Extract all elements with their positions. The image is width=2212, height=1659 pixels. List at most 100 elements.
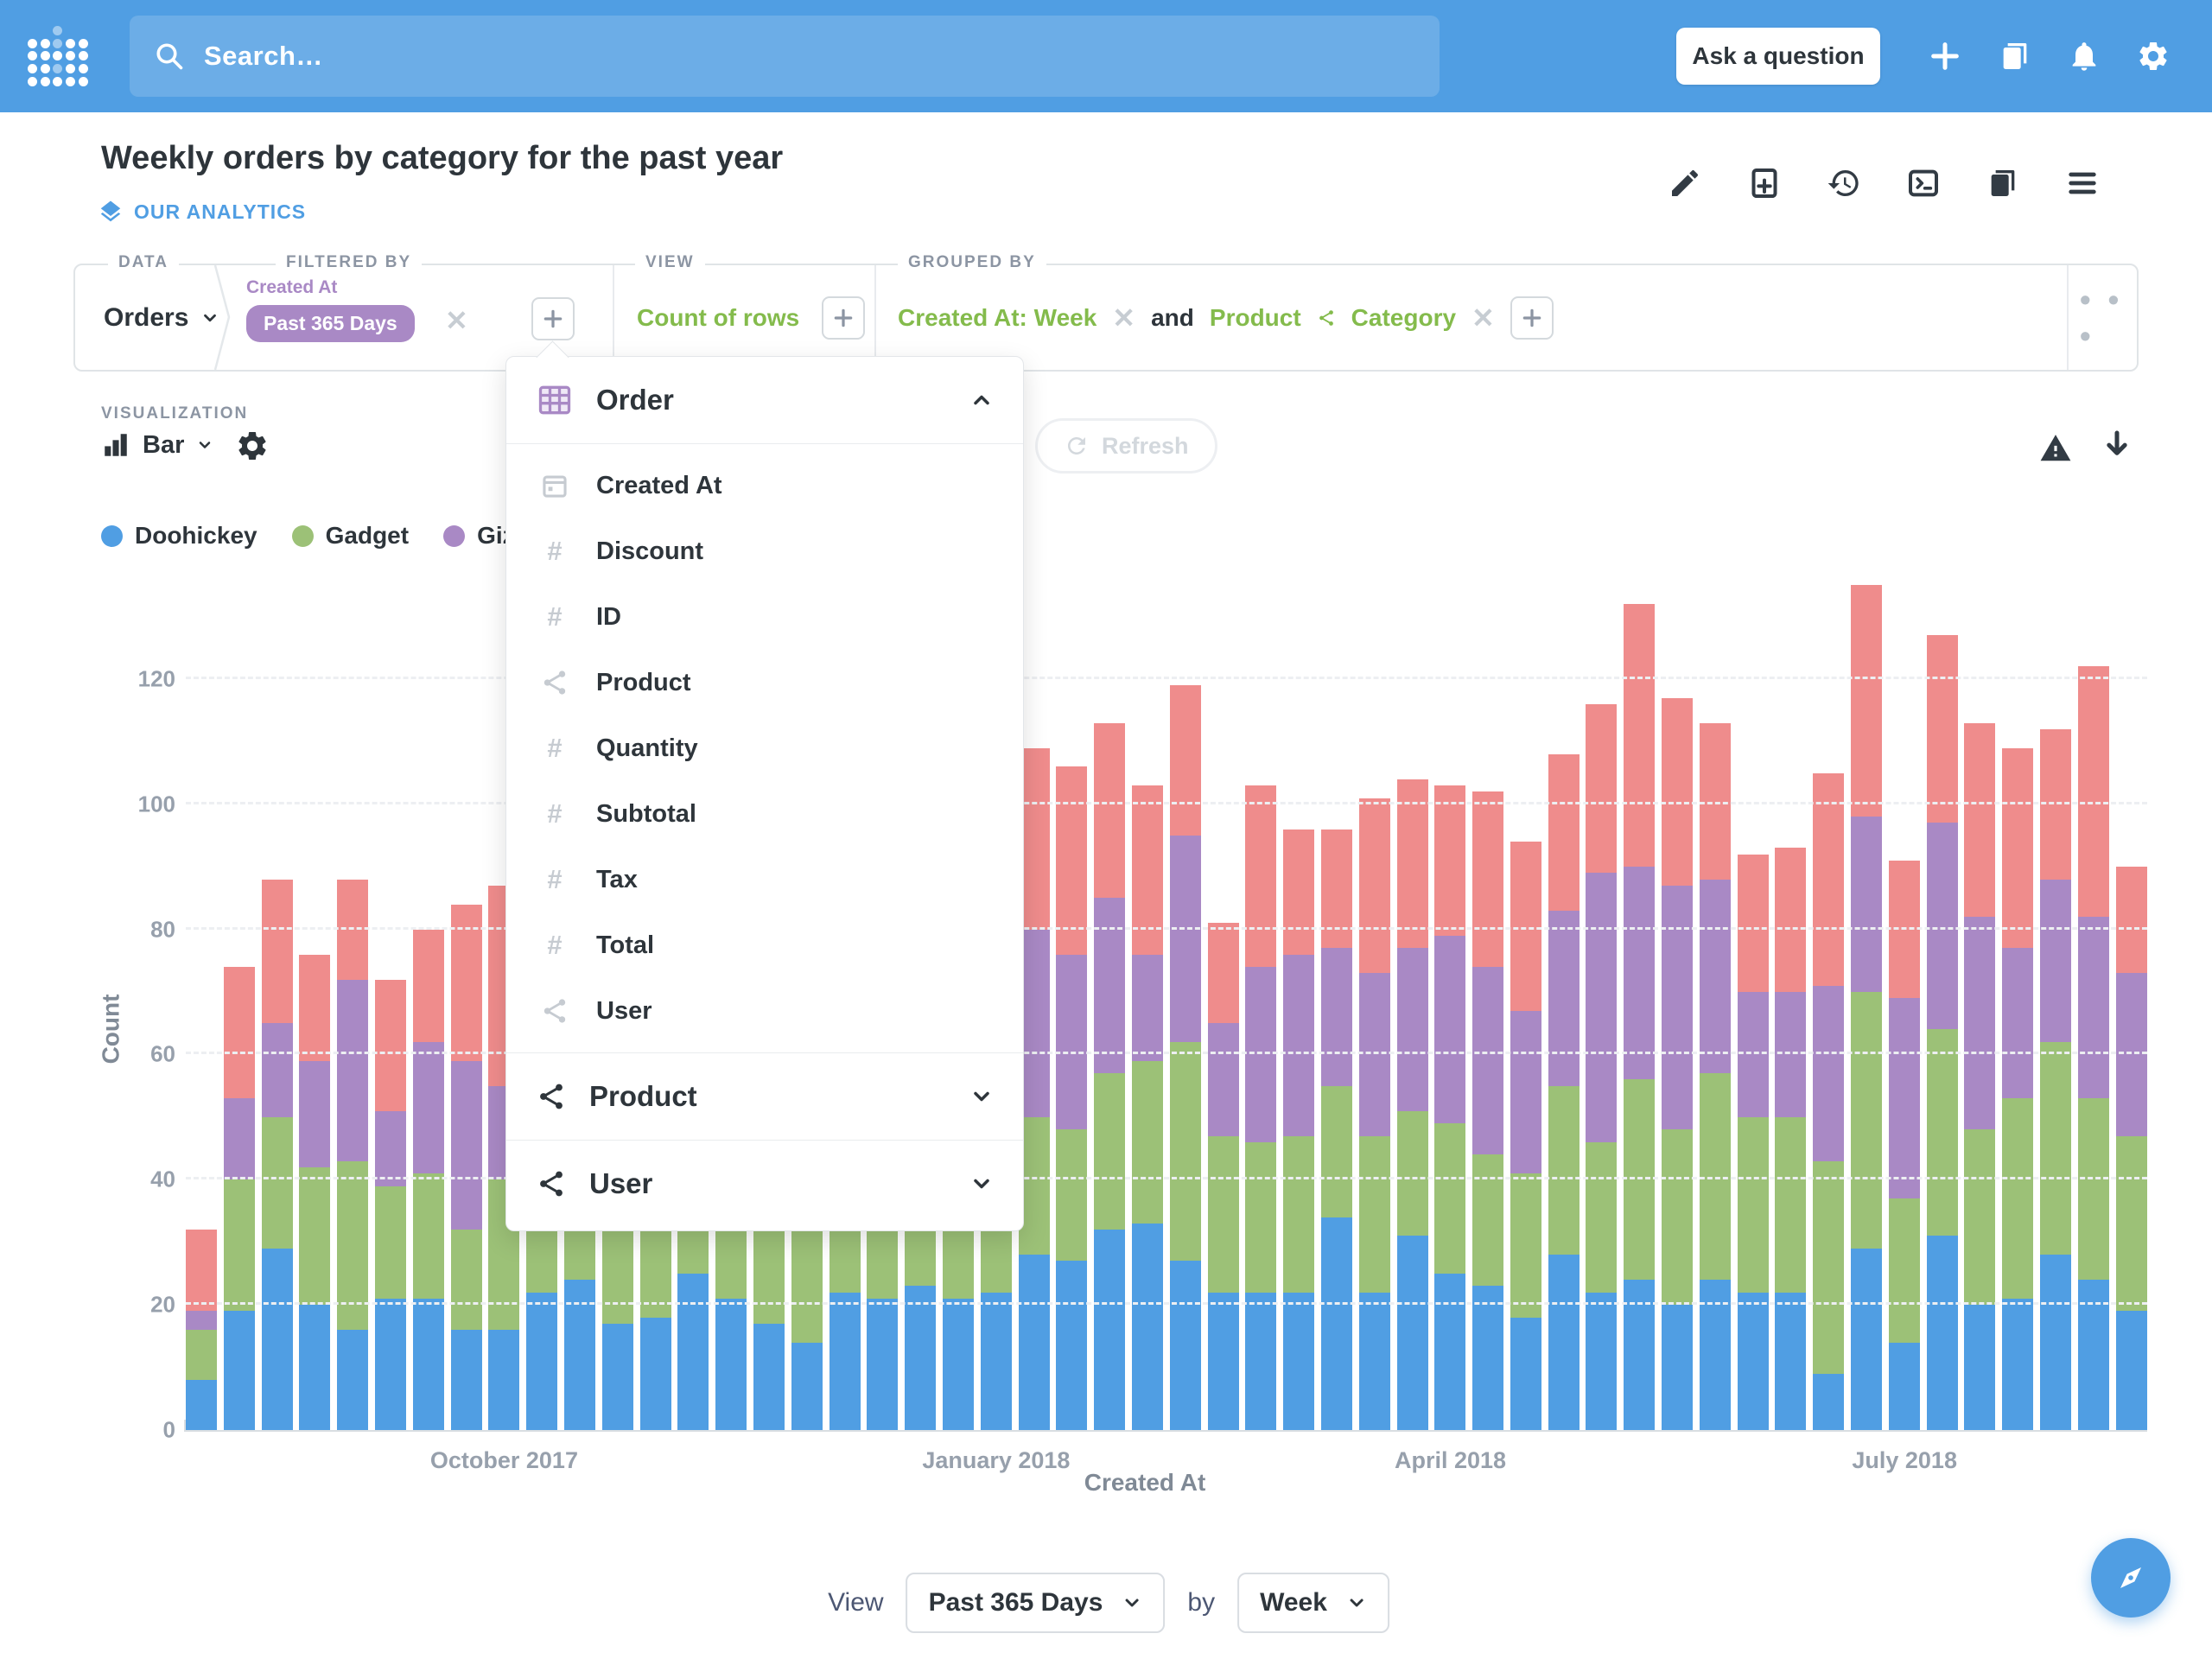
bar-segment-gizmo[interactable]	[1851, 817, 1883, 993]
related-table-user[interactable]: User	[506, 1141, 1023, 1227]
bar-segment-doohickey[interactable]	[1813, 1373, 1845, 1430]
bar-segment-doohickey[interactable]	[1320, 1217, 1352, 1430]
bar-segment-doohickey[interactable]	[1434, 1273, 1466, 1430]
breakout-table[interactable]: Product	[1210, 304, 1301, 332]
bar-segment-gizmo[interactable]	[1586, 873, 1618, 1142]
bar-segment-widget[interactable]	[1851, 585, 1883, 817]
bar-segment-widget[interactable]	[1964, 722, 1996, 918]
bar-segment-gadget[interactable]	[2077, 1098, 2109, 1281]
new-plus-icon[interactable]	[1928, 39, 1962, 73]
bar-segment-gadget[interactable]	[2115, 1135, 2147, 1312]
bar-segment-gizmo[interactable]	[1510, 1010, 1541, 1174]
bar-segment-doohickey[interactable]	[1018, 1255, 1050, 1430]
bar-segment-gadget[interactable]	[450, 1230, 482, 1331]
bar-segment-gizmo[interactable]	[186, 1311, 217, 1331]
bar-segment-gadget[interactable]	[1851, 992, 1883, 1249]
bar-segment-gizmo[interactable]	[412, 1041, 444, 1174]
bar-segment-gadget[interactable]	[1888, 1198, 1920, 1343]
bar-segment-doohickey[interactable]	[1472, 1286, 1504, 1430]
bar-segment-gizmo[interactable]	[1056, 954, 1088, 1130]
bar-segment-widget[interactable]	[1169, 685, 1201, 836]
warning-icon[interactable]	[2039, 432, 2072, 465]
ask-a-question-button[interactable]: Ask a question	[1676, 28, 1880, 85]
bar-segment-gadget[interactable]	[1926, 1029, 1958, 1236]
bar-segment-gadget[interactable]	[1964, 1129, 1996, 1306]
field-item-tax[interactable]: # Tax	[506, 847, 1023, 912]
bar-segment-gizmo[interactable]	[337, 979, 369, 1161]
bar-segment-doohickey[interactable]	[753, 1323, 785, 1430]
field-item-created-at[interactable]: Created At	[506, 453, 1023, 518]
bar-segment-gadget[interactable]	[374, 1185, 406, 1299]
bar-segment-widget[interactable]	[337, 879, 369, 980]
bar-segment-gadget[interactable]	[186, 1330, 217, 1381]
bar-segment-gadget[interactable]	[1169, 1041, 1201, 1262]
bar-segment-doohickey[interactable]	[1737, 1292, 1769, 1430]
bar-segment-widget[interactable]	[1737, 854, 1769, 993]
visualization-type-picker[interactable]: Bar	[101, 430, 213, 460]
collections-icon[interactable]	[1998, 39, 2032, 73]
bar-segment-doohickey[interactable]	[223, 1311, 255, 1430]
field-item-product[interactable]: Product	[506, 650, 1023, 715]
bar-segment-widget[interactable]	[186, 1230, 217, 1312]
bar-segment-doohickey[interactable]	[1888, 1342, 1920, 1430]
bar-segment-doohickey[interactable]	[2040, 1255, 2072, 1430]
field-item-user[interactable]: User	[506, 978, 1023, 1044]
bar-segment-gadget[interactable]	[1207, 1135, 1239, 1293]
bar-segment-gadget[interactable]	[1131, 1060, 1163, 1224]
field-item-subtotal[interactable]: # Subtotal	[506, 781, 1023, 847]
bar-segment-widget[interactable]	[2115, 867, 2147, 974]
history-icon[interactable]	[1827, 166, 1861, 200]
bar-segment-widget[interactable]	[1775, 848, 1807, 993]
bar-segment-doohickey[interactable]	[299, 1305, 331, 1430]
bar-segment-widget[interactable]	[1624, 603, 1656, 868]
bar-segment-gadget[interactable]	[1813, 1160, 1845, 1374]
add-filter-button[interactable]	[531, 297, 575, 340]
bar-segment-doohickey[interactable]	[261, 1248, 293, 1430]
bar-segment-widget[interactable]	[1207, 923, 1239, 1024]
search-input[interactable]: Search…	[130, 16, 1440, 97]
bar-segment-doohickey[interactable]	[1169, 1261, 1201, 1430]
bar-segment-widget[interactable]	[412, 929, 444, 1042]
bar-segment-gizmo[interactable]	[2002, 948, 2034, 1099]
bar-segment-gadget[interactable]	[1434, 1123, 1466, 1274]
bar-segment-doohickey[interactable]	[867, 1298, 899, 1430]
bar-segment-widget[interactable]	[1434, 785, 1466, 936]
bar-segment-widget[interactable]	[2002, 747, 2034, 949]
visualization-settings-gear-icon[interactable]	[235, 429, 270, 463]
edit-pencil-icon[interactable]	[1668, 166, 1702, 200]
bar-segment-doohickey[interactable]	[526, 1292, 558, 1430]
related-table-product[interactable]: Product	[506, 1053, 1023, 1140]
bar-segment-gadget[interactable]	[1396, 1110, 1428, 1236]
granularity-select[interactable]: Week	[1237, 1573, 1389, 1633]
bar-segment-widget[interactable]	[1358, 798, 1390, 974]
bar-segment-doohickey[interactable]	[488, 1330, 520, 1430]
bar-segment-doohickey[interactable]	[1131, 1224, 1163, 1430]
bar-segment-gizmo[interactable]	[1548, 910, 1580, 1086]
menu-icon[interactable]	[2065, 166, 2100, 200]
bar-segment-gizmo[interactable]	[1662, 885, 1694, 1130]
bar-segment-widget[interactable]	[1245, 785, 1277, 968]
notifications-bell-icon[interactable]	[2067, 39, 2101, 73]
bar-segment-gizmo[interactable]	[1813, 985, 1845, 1161]
bar-segment-gadget[interactable]	[1358, 1135, 1390, 1293]
bar-segment-doohickey[interactable]	[1396, 1236, 1428, 1430]
bar-segment-doohickey[interactable]	[715, 1298, 747, 1430]
bar-segment-widget[interactable]	[1320, 829, 1352, 949]
bar-segment-gizmo[interactable]	[2077, 917, 2109, 1099]
bar-segment-gadget[interactable]	[1510, 1173, 1541, 1318]
breakout-field[interactable]: Category	[1351, 304, 1456, 332]
bar-segment-doohickey[interactable]	[1245, 1292, 1277, 1430]
add-breakout-button[interactable]	[1510, 296, 1554, 340]
bar-segment-gizmo[interactable]	[1775, 992, 1807, 1117]
bar-segment-doohickey[interactable]	[1548, 1255, 1580, 1430]
add-aggregation-button[interactable]	[822, 296, 866, 340]
bar-segment-gadget[interactable]	[412, 1173, 444, 1299]
bar-segment-gadget[interactable]	[2040, 1041, 2072, 1255]
legend-item-doohickey[interactable]: Doohickey	[101, 522, 257, 550]
bar-segment-gizmo[interactable]	[1169, 835, 1201, 1042]
bar-segment-gizmo[interactable]	[450, 1060, 482, 1230]
bar-segment-doohickey[interactable]	[1056, 1261, 1088, 1430]
field-item-quantity[interactable]: # Quantity	[506, 715, 1023, 781]
move-to-collection-icon[interactable]	[1986, 166, 2020, 200]
filter-chip[interactable]: Created At Past 365 Days	[246, 277, 415, 342]
